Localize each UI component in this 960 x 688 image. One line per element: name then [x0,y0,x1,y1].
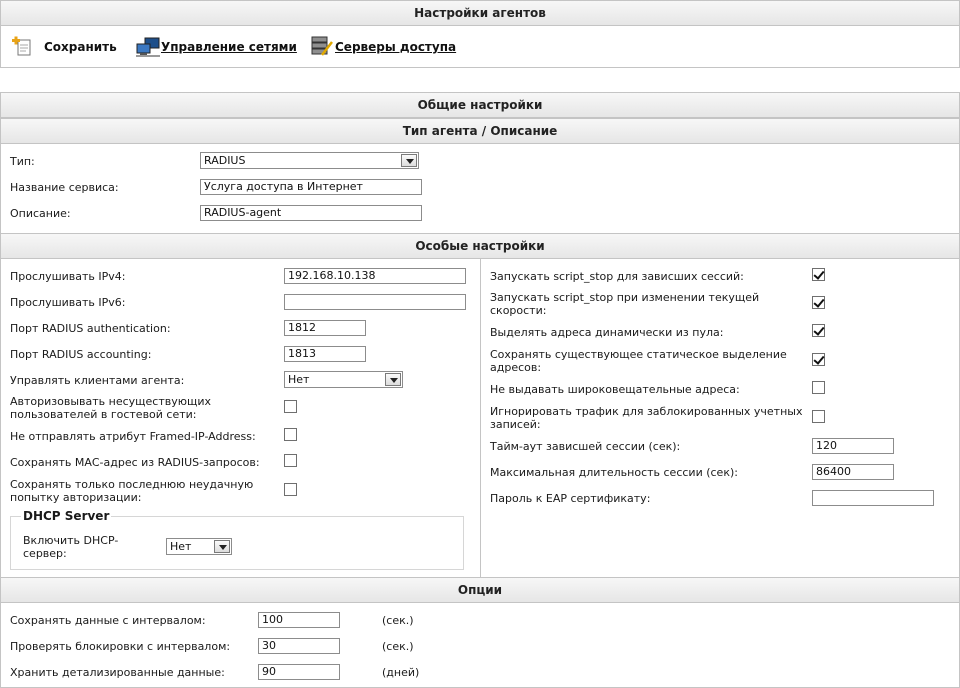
service-name-input[interactable]: Услуга доступа в Интернет [200,179,422,195]
keep-static-label: Сохранять существующее статическое выдел… [490,348,787,374]
guest-auth-label: Авторизовывать несуществующих пользовате… [10,395,211,421]
server-stack-icon[interactable] [310,36,334,56]
hung-timeout-label: Тайм-аут зависшей сессии (сек): [490,440,681,453]
guest-auth-label-line1: Авторизовывать несуществующих [10,395,212,408]
save-plus-icon[interactable] [12,36,36,56]
dhcp-legend: DHCP Server [21,509,112,523]
check-blocks-unit: (сек.) [382,640,414,653]
save-mac-label: Сохранять МАС-адрес из RADIUS-запросов: [10,456,260,469]
guest-auth-label-line2: пользователей в гостевой сети: [10,408,197,421]
ipv4-label: Прослушивать IPv4: [10,270,126,283]
hung-timeout-input[interactable]: 120 [812,438,894,454]
max-session-input[interactable]: 86400 [812,464,894,480]
save-mac-checkbox[interactable] [284,454,297,467]
dhcp-enable-label-line1: Включить DHCP- [23,534,119,547]
servers-link[interactable]: Серверы доступа [335,40,456,54]
network-computers-icon[interactable] [136,37,160,57]
service-name-label: Название сервиса: [10,181,119,194]
auth-port-input[interactable]: 1812 [284,320,366,336]
acct-port-label: Порт RADIUS accounting: [10,348,152,361]
dynamic-pool-label: Выделять адреса динамически из пула: [490,326,724,339]
last-fail-label-line1: Сохранять только последнюю неудачную [10,478,254,491]
chevron-down-icon [385,373,401,386]
dhcp-enable-select[interactable]: Нет [166,538,232,555]
guest-auth-checkbox[interactable] [284,400,297,413]
manage-clients-value: Нет [288,373,310,386]
save-interval-unit: (сек.) [382,614,414,627]
save-interval-input[interactable]: 100 [258,612,340,628]
save-interval-label: Сохранять данные с интервалом: [10,614,206,627]
general-settings-title: Общие настройки [0,92,960,118]
keep-static-checkbox[interactable] [812,353,825,366]
script-stop-speed-checkbox[interactable] [812,296,825,309]
eap-password-input[interactable] [812,490,934,506]
dhcp-enable-value: Нет [170,540,192,553]
ignore-blocked-checkbox[interactable] [812,410,825,423]
framed-ip-checkbox[interactable] [284,428,297,441]
save-button[interactable]: Сохранить [44,40,117,54]
no-broadcast-label: Не выдавать широковещательные адреса: [490,383,740,396]
chevron-down-icon [214,540,230,553]
description-input[interactable]: RADIUS-agent [200,205,422,221]
last-fail-label-line2: попытку авторизации: [10,491,142,504]
dhcp-enable-label: Включить DHCP- сервер: [23,534,118,560]
networks-link[interactable]: Управление сетями [161,40,297,54]
framed-ip-label: Не отправлять атрибут Framed-IP-Address: [10,430,256,443]
dhcp-enable-label-line2: сервер: [23,547,67,560]
last-fail-label: Сохранять только последнюю неудачную поп… [10,478,253,504]
script-stop-speed-label: Запускать script_stop при изменении теку… [490,291,759,317]
options-title: Опции [0,577,960,603]
script-stop-hung-label: Запускать script_stop для зависших сесси… [490,270,744,283]
keep-static-label-line2: адресов: [490,361,542,374]
keep-detailed-label: Хранить детализированные данные: [10,666,225,679]
ignore-blocked-label-line2: записей: [490,418,541,431]
ignore-blocked-label: Игнорировать трафик для заблокированных … [490,405,802,431]
keep-detailed-unit: (дней) [382,666,420,679]
agent-settings-title: Настройки агентов [0,0,960,26]
manage-clients-label: Управлять клиентами агента: [10,374,185,387]
column-divider [480,259,481,577]
ipv6-input[interactable] [284,294,466,310]
no-broadcast-checkbox[interactable] [812,381,825,394]
agent-type-section-title: Тип агента / Описание [0,118,960,144]
manage-clients-select[interactable]: Нет [284,371,403,388]
special-settings-title: Особые настройки [0,233,960,259]
script-stop-hung-checkbox[interactable] [812,268,825,281]
last-fail-checkbox[interactable] [284,483,297,496]
ipv4-input[interactable]: 192.168.10.138 [284,268,466,284]
dynamic-pool-checkbox[interactable] [812,324,825,337]
type-select-value: RADIUS [204,154,246,167]
description-label: Описание: [10,207,71,220]
keep-static-label-line1: Сохранять существующее статическое выдел… [490,348,787,361]
type-label: Тип: [10,155,35,168]
chevron-down-icon [401,154,417,167]
auth-port-label: Порт RADIUS authentication: [10,322,171,335]
ipv6-label: Прослушивать IPv6: [10,296,126,309]
check-blocks-input[interactable]: 30 [258,638,340,654]
script-stop-speed-label-line2: скорости: [490,304,547,317]
ignore-blocked-label-line1: Игнорировать трафик для заблокированных … [490,405,803,418]
acct-port-input[interactable]: 1813 [284,346,366,362]
keep-detailed-input[interactable]: 90 [258,664,340,680]
eap-password-label: Пароль к EAP сертификату: [490,492,651,505]
script-stop-speed-label-line1: Запускать script_stop при изменении теку… [490,291,760,304]
max-session-label: Максимальная длительность сессии (сек): [490,466,738,479]
type-select[interactable]: RADIUS [200,152,419,169]
check-blocks-label: Проверять блокировки с интервалом: [10,640,231,653]
